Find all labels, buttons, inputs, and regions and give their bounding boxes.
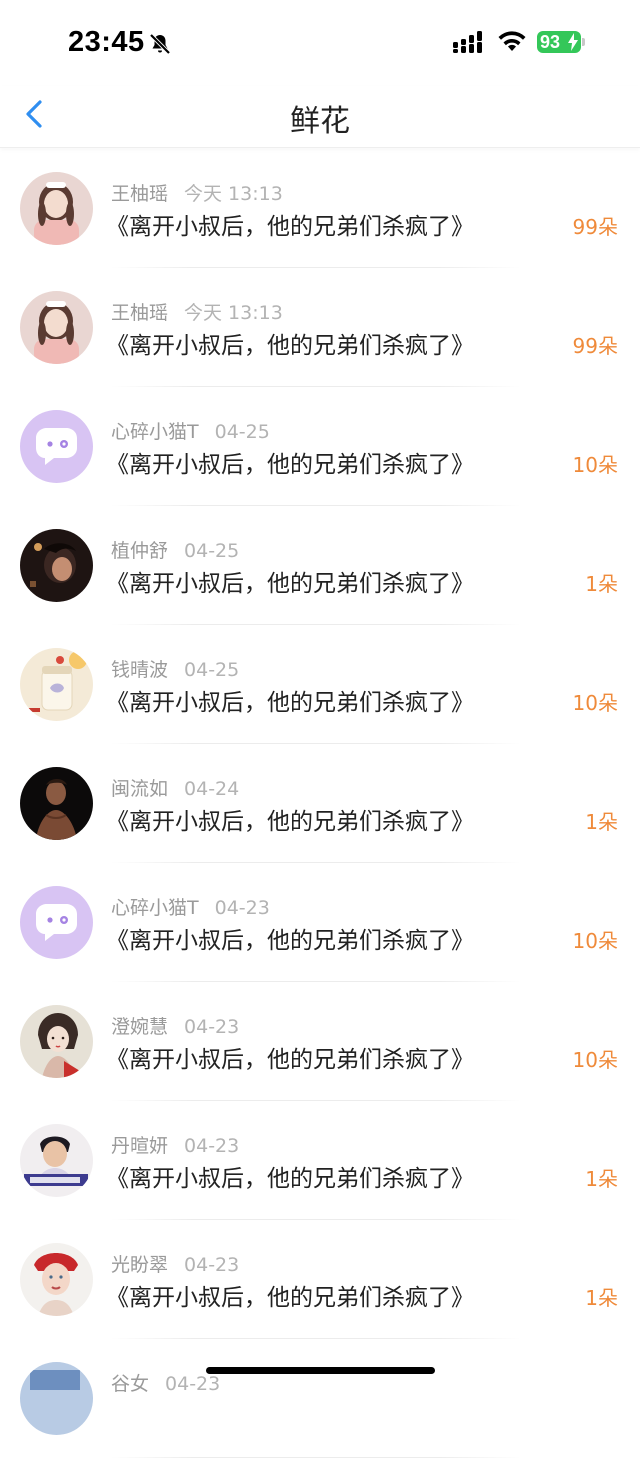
- book-title: 《离开小叔后，他的兄弟们杀疯了》: [106, 1285, 474, 1311]
- avatar[interactable]: [20, 886, 93, 959]
- gift-date: 04-25: [184, 540, 240, 562]
- user-meta: 闽流如 04-24: [111, 774, 239, 801]
- flower-count: 10朵: [572, 691, 618, 715]
- avatar[interactable]: [20, 410, 93, 483]
- user-meta: 心碎小猫T 04-25: [111, 417, 270, 444]
- charging-bolt-icon: [568, 33, 578, 51]
- flower-count: 10朵: [572, 453, 618, 477]
- flower-count: 10朵: [572, 1048, 618, 1072]
- avatar[interactable]: [20, 172, 93, 245]
- book-title: 《离开小叔后，他的兄弟们杀疯了》: [106, 809, 474, 835]
- gift-date: 04-23: [184, 1135, 240, 1157]
- list-item[interactable]: 钱晴波 04-25 《离开小叔后，他的兄弟们杀疯了》 10朵: [0, 625, 640, 744]
- user-meta: 钱晴波 04-25: [111, 655, 239, 682]
- list-item[interactable]: 谷女 04-23: [0, 1339, 640, 1458]
- gift-date: 04-23: [184, 1016, 240, 1038]
- bell-muted-icon: [149, 33, 171, 55]
- user-name: 王柚瑶: [111, 183, 169, 205]
- list-item[interactable]: 光盼翠 04-23 《离开小叔后，他的兄弟们杀疯了》 1朵: [0, 1220, 640, 1339]
- gift-date: 今天 13:13: [184, 302, 283, 324]
- user-name: 植仲舒: [111, 540, 169, 562]
- user-name: 谷女: [111, 1373, 150, 1395]
- flower-count: 99朵: [572, 215, 618, 239]
- user-name: 光盼翠: [111, 1254, 169, 1276]
- list-item[interactable]: 心碎小猫T 04-25 《离开小叔后，他的兄弟们杀疯了》 10朵: [0, 387, 640, 506]
- gift-date: 今天 13:13: [184, 183, 283, 205]
- user-meta: 谷女 04-23: [111, 1369, 220, 1396]
- user-name: 心碎小猫T: [111, 421, 199, 443]
- avatar[interactable]: [20, 1124, 93, 1197]
- gift-date: 04-24: [184, 778, 240, 800]
- user-meta: 王柚瑶 今天 13:13: [111, 298, 283, 325]
- battery-level: 93: [540, 32, 561, 52]
- avatar[interactable]: [20, 529, 93, 602]
- flower-count: 1朵: [585, 1286, 618, 1310]
- book-title: 《离开小叔后，他的兄弟们杀疯了》: [106, 928, 474, 954]
- user-name: 钱晴波: [111, 659, 169, 681]
- home-indicator[interactable]: [206, 1367, 435, 1374]
- avatar[interactable]: [20, 1243, 93, 1316]
- user-meta: 植仲舒 04-25: [111, 536, 239, 563]
- list-item[interactable]: 闽流如 04-24 《离开小叔后，他的兄弟们杀疯了》 1朵: [0, 744, 640, 863]
- flower-count: 10朵: [572, 929, 618, 953]
- nav-bar: 鲜花: [0, 86, 640, 148]
- avatar[interactable]: [20, 1362, 93, 1435]
- flower-count: 99朵: [572, 334, 618, 358]
- wifi-icon: [498, 31, 526, 51]
- book-title: 《离开小叔后，他的兄弟们杀疯了》: [106, 571, 474, 597]
- battery-indicator: 93: [537, 31, 581, 53]
- book-title: 《离开小叔后，他的兄弟们杀疯了》: [106, 690, 474, 716]
- book-title: 《离开小叔后，他的兄弟们杀疯了》: [106, 1047, 474, 1073]
- list-item[interactable]: 植仲舒 04-25 《离开小叔后，他的兄弟们杀疯了》 1朵: [0, 506, 640, 625]
- flower-count: 1朵: [585, 572, 618, 596]
- gift-date: 04-23: [184, 1254, 240, 1276]
- user-name: 王柚瑶: [111, 302, 169, 324]
- gift-date: 04-25: [184, 659, 240, 681]
- gift-date: 04-25: [214, 421, 270, 443]
- battery-nub: [582, 38, 585, 46]
- cellular-signal-icon: [453, 31, 482, 53]
- list-item[interactable]: 王柚瑶 今天 13:13 《离开小叔后，他的兄弟们杀疯了》 99朵: [0, 149, 640, 268]
- avatar[interactable]: [20, 291, 93, 364]
- user-meta: 光盼翠 04-23: [111, 1250, 239, 1277]
- gift-date: 04-23: [214, 897, 270, 919]
- gift-date: 04-23: [165, 1373, 221, 1395]
- list-item[interactable]: 王柚瑶 今天 13:13 《离开小叔后，他的兄弟们杀疯了》 99朵: [0, 268, 640, 387]
- user-meta: 丹暄妍 04-23: [111, 1131, 239, 1158]
- book-title: 《离开小叔后，他的兄弟们杀疯了》: [106, 214, 474, 240]
- flower-count: 1朵: [585, 1167, 618, 1191]
- list-item[interactable]: 丹暄妍 04-23 《离开小叔后，他的兄弟们杀疯了》 1朵: [0, 1101, 640, 1220]
- flower-gift-list: 王柚瑶 今天 13:13 《离开小叔后，他的兄弟们杀疯了》 99朵 王柚瑶 今天 13:1…: [0, 149, 640, 1458]
- user-meta: 澄婉慧 04-23: [111, 1012, 239, 1039]
- user-name: 闽流如: [111, 778, 169, 800]
- user-name: 心碎小猫T: [111, 897, 199, 919]
- list-item[interactable]: 澄婉慧 04-23 《离开小叔后，他的兄弟们杀疯了》 10朵: [0, 982, 640, 1101]
- book-title: 《离开小叔后，他的兄弟们杀疯了》: [106, 333, 474, 359]
- status-bar: 23:45 93: [0, 0, 640, 86]
- user-meta: 王柚瑶 今天 13:13: [111, 179, 283, 206]
- book-title: 《离开小叔后，他的兄弟们杀疯了》: [106, 1166, 474, 1192]
- book-title: 《离开小叔后，他的兄弟们杀疯了》: [106, 452, 474, 478]
- user-name: 澄婉慧: [111, 1016, 169, 1038]
- user-meta: 心碎小猫T 04-23: [111, 893, 270, 920]
- page-title: 鲜花: [290, 104, 350, 139]
- avatar[interactable]: [20, 648, 93, 721]
- status-time: 23:45: [68, 26, 145, 58]
- flower-count: 1朵: [585, 810, 618, 834]
- avatar[interactable]: [20, 767, 93, 840]
- list-item[interactable]: 心碎小猫T 04-23 《离开小叔后，他的兄弟们杀疯了》 10朵: [0, 863, 640, 982]
- avatar[interactable]: [20, 1005, 93, 1078]
- user-name: 丹暄妍: [111, 1135, 169, 1157]
